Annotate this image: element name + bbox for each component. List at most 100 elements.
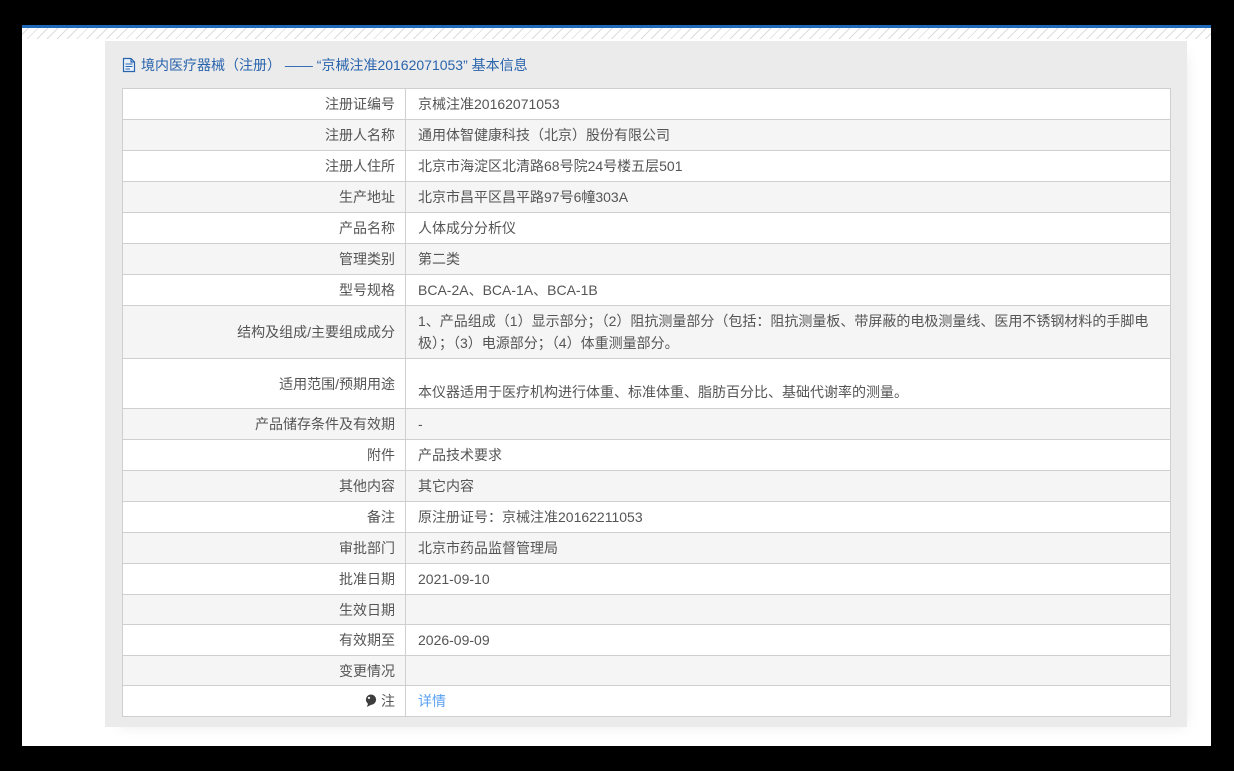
table-row: 变更情况 xyxy=(123,656,1170,686)
row-label-text: 产品储存条件及有效期 xyxy=(255,416,395,432)
row-value-text: 本仪器适用于医疗机构进行体重、标准体重、脂肪百分比、基础代谢率的测量。 xyxy=(418,383,908,400)
row-label-text: 注册证编号 xyxy=(325,96,395,112)
row-label-text: 注册人名称 xyxy=(325,127,395,143)
row-label-text: 生效日期 xyxy=(339,601,395,618)
table-row: 结构及组成/主要组成成分 1、产品组成（1）显示部分；（2）阻抗测量部分（包括：… xyxy=(123,306,1170,359)
table-row: 注册人名称 通用体智健康科技（北京）股份有限公司 xyxy=(123,120,1170,151)
row-label-text: 备注 xyxy=(367,509,395,525)
row-label: 注 xyxy=(123,686,406,716)
row-label: 审批部门 xyxy=(123,533,406,563)
row-label: 批准日期 xyxy=(123,564,406,594)
row-label: 结构及组成/主要组成成分 xyxy=(123,306,406,358)
row-value: 1、产品组成（1）显示部分；（2）阻抗测量部分（包括：阻抗测量板、带屏蔽的电极测… xyxy=(406,306,1170,358)
row-label-text: 型号规格 xyxy=(339,282,395,298)
row-value: 2026-09-09 xyxy=(406,625,1170,655)
row-value: BCA-2A、BCA-1A、BCA-1B xyxy=(406,275,1170,305)
row-label: 注册人住所 xyxy=(123,151,406,181)
row-label: 注册证编号 xyxy=(123,89,406,119)
row-label-text: 产品名称 xyxy=(339,220,395,236)
row-label-text: 有效期至 xyxy=(339,632,395,648)
row-label: 生产地址 xyxy=(123,182,406,212)
row-label: 附件 xyxy=(123,440,406,470)
row-label: 注册人名称 xyxy=(123,120,406,150)
table-row: 生产地址 北京市昌平区昌平路97号6幢303A xyxy=(123,182,1170,213)
row-label: 适用范围/预期用途 xyxy=(123,359,406,408)
row-value: 其它内容 xyxy=(406,471,1170,501)
row-label: 型号规格 xyxy=(123,275,406,305)
row-label-text: 适用范围/预期用途 xyxy=(279,375,395,392)
row-value-text: 原注册证号：京械注准20162211053 xyxy=(418,509,643,525)
document-icon xyxy=(122,57,136,73)
row-label: 其他内容 xyxy=(123,471,406,501)
row-value-text: 京械注准20162071053 xyxy=(418,96,560,112)
row-label-text: 附件 xyxy=(367,447,395,463)
row-value-text: 2026-09-09 xyxy=(418,632,490,648)
row-value xyxy=(406,656,1170,685)
row-label: 备注 xyxy=(123,502,406,532)
row-value-text: 1、产品组成（1）显示部分；（2）阻抗测量部分（包括：阻抗测量板、带屏蔽的电极测… xyxy=(418,313,1149,351)
row-value: 京械注准20162071053 xyxy=(406,89,1170,119)
row-value-text: 北京市海淀区北清路68号院24号楼五层501 xyxy=(418,158,683,174)
page: 境内医疗器械（注册） —— “京械注准20162071053” 基本信息 注册证… xyxy=(22,25,1211,746)
row-value-text: BCA-2A、BCA-1A、BCA-1B xyxy=(418,282,598,298)
row-value-text: 北京市药品监督管理局 xyxy=(418,540,558,556)
row-label: 有效期至 xyxy=(123,625,406,655)
table-row: 附件 产品技术要求 xyxy=(123,440,1170,471)
row-label-text: 生产地址 xyxy=(339,189,395,205)
row-value: 北京市昌平区昌平路97号6幢303A xyxy=(406,182,1170,212)
row-value: 详情 xyxy=(406,686,1170,716)
row-value: 通用体智健康科技（北京）股份有限公司 xyxy=(406,120,1170,150)
card-header: 境内医疗器械（注册） —— “京械注准20162071053” 基本信息 xyxy=(105,41,1187,88)
table-row: 批准日期 2021-09-10 xyxy=(123,564,1170,595)
row-value: 第二类 xyxy=(406,244,1170,274)
row-value-text: 其它内容 xyxy=(418,478,474,494)
row-value: 北京市药品监督管理局 xyxy=(406,533,1170,563)
row-value-text: - xyxy=(418,416,423,432)
row-label-text: 注 xyxy=(381,693,395,709)
row-value: 原注册证号：京械注准20162211053 xyxy=(406,502,1170,532)
table-row: 管理类别 第二类 xyxy=(123,244,1170,275)
table-row: 审批部门 北京市药品监督管理局 xyxy=(123,533,1170,564)
row-value xyxy=(406,595,1170,624)
table-row: 其他内容 其它内容 xyxy=(123,471,1170,502)
table-row: 有效期至 2026-09-09 xyxy=(123,625,1170,656)
row-value-text: 人体成分分析仪 xyxy=(418,220,516,236)
row-value: 产品技术要求 xyxy=(406,440,1170,470)
row-value: 2021-09-10 xyxy=(406,564,1170,594)
row-value-text: 第二类 xyxy=(418,251,460,267)
row-label: 产品名称 xyxy=(123,213,406,243)
row-value: 本仪器适用于医疗机构进行体重、标准体重、脂肪百分比、基础代谢率的测量。 xyxy=(406,359,1170,408)
page-title: 境内医疗器械（注册） —— “京械注准20162071053” 基本信息 xyxy=(141,56,528,73)
table-row: 注册证编号 京械注准20162071053 xyxy=(123,89,1170,120)
row-label-text: 其他内容 xyxy=(339,478,395,494)
row-label-text: 变更情况 xyxy=(339,662,395,679)
row-value-text: 通用体智健康科技（北京）股份有限公司 xyxy=(418,127,670,143)
row-label-text: 结构及组成/主要组成成分 xyxy=(237,324,395,340)
details-link[interactable]: 详情 xyxy=(418,690,446,712)
row-value: 人体成分分析仪 xyxy=(406,213,1170,243)
table-row: 生效日期 xyxy=(123,595,1170,625)
row-label-text: 审批部门 xyxy=(339,540,395,556)
row-value-text: 产品技术要求 xyxy=(418,447,502,463)
row-value: - xyxy=(406,409,1170,439)
row-label: 生效日期 xyxy=(123,595,406,624)
row-label-text: 管理类别 xyxy=(339,251,395,267)
row-label: 产品储存条件及有效期 xyxy=(123,409,406,439)
table-row: 适用范围/预期用途 本仪器适用于医疗机构进行体重、标准体重、脂肪百分比、基础代谢… xyxy=(123,359,1170,409)
table-row: 备注 原注册证号：京械注准20162211053 xyxy=(123,502,1170,533)
info-table: 注册证编号 京械注准20162071053 注册人名称 通用体智健康科技（北京）… xyxy=(122,88,1171,717)
table-row: 注册人住所 北京市海淀区北清路68号院24号楼五层501 xyxy=(123,151,1170,182)
table-row: 注 详情 xyxy=(123,686,1170,716)
row-value: 北京市海淀区北清路68号院24号楼五层501 xyxy=(406,151,1170,181)
row-label-text: 批准日期 xyxy=(339,571,395,587)
row-value-text: 北京市昌平区昌平路97号6幢303A xyxy=(418,189,629,205)
table-row: 产品储存条件及有效期 - xyxy=(123,409,1170,440)
row-label: 管理类别 xyxy=(123,244,406,274)
table-row: 型号规格 BCA-2A、BCA-1A、BCA-1B xyxy=(123,275,1170,306)
info-card: 境内医疗器械（注册） —— “京械注准20162071053” 基本信息 注册证… xyxy=(105,41,1187,727)
table-row: 产品名称 人体成分分析仪 xyxy=(123,213,1170,244)
row-value-text: 2021-09-10 xyxy=(418,571,490,587)
hatch-strip xyxy=(22,28,1211,39)
row-label: 变更情况 xyxy=(123,656,406,685)
row-label-text: 注册人住所 xyxy=(325,158,395,174)
